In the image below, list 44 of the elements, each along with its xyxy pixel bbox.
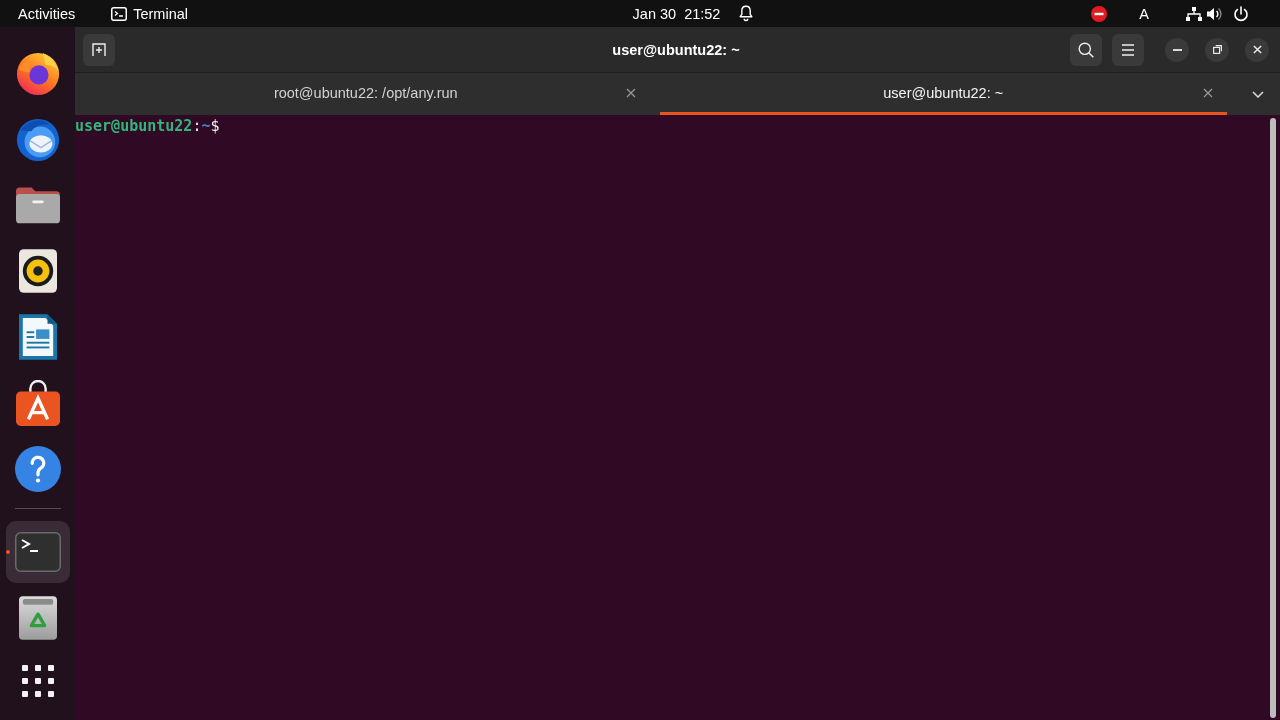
mail-icon[interactable]: [14, 116, 61, 162]
close-icon: [1252, 45, 1262, 54]
menu-button[interactable]: [1112, 33, 1144, 66]
chevron-down-icon: [1252, 90, 1264, 98]
prompt-separator: :: [192, 117, 202, 135]
browser-icon[interactable]: [14, 50, 61, 96]
document-icon[interactable]: [18, 314, 57, 360]
scrollbar[interactable]: [1270, 118, 1276, 718]
bell-icon: [739, 5, 754, 22]
close-button[interactable]: [1245, 37, 1269, 62]
minimize-icon: [1172, 48, 1182, 51]
close-icon: [1203, 87, 1213, 98]
new-tab-icon: [92, 42, 106, 57]
speaker-icon[interactable]: [18, 249, 57, 293]
close-icon: [625, 87, 636, 98]
activities-button[interactable]: Activities: [8, 0, 86, 27]
clock-button[interactable]: Jan 30 21:52: [622, 0, 764, 27]
prompt-path: ~: [201, 117, 211, 135]
restore-button[interactable]: [1205, 37, 1229, 62]
search-icon: [1078, 41, 1094, 58]
search-button[interactable]: [1070, 33, 1102, 66]
shopping-bag-icon[interactable]: [15, 380, 60, 426]
trash-icon[interactable]: [18, 596, 57, 640]
menu-icon: [1121, 43, 1135, 56]
window-title: user@ubuntu22: ~: [612, 41, 740, 58]
network-icon: [1186, 6, 1202, 21]
running-indicator-icon: [5, 550, 10, 554]
restore-icon: [1212, 45, 1222, 54]
terminal-icon: [111, 6, 128, 21]
tab[interactable]: root@ubuntu22: /opt/any.run: [82, 73, 650, 115]
folder-icon[interactable]: [15, 185, 60, 225]
volume-icon: [1206, 5, 1222, 22]
prompt-user-host: user@ubuntu22: [75, 117, 193, 135]
app-menu[interactable]: Terminal: [101, 0, 198, 27]
new-tab-button[interactable]: [83, 33, 115, 66]
terminal-icon: [14, 532, 61, 572]
minimize-button[interactable]: [1165, 37, 1189, 62]
help-icon[interactable]: [14, 446, 61, 492]
prompt-symbol: $: [210, 117, 220, 135]
no-entry-icon[interactable]: [1091, 5, 1108, 22]
app-grid-icon[interactable]: [21, 665, 54, 697]
power-icon: [1233, 5, 1249, 22]
dock-item[interactable]: [5, 521, 70, 583]
input-source-indicator[interactable]: A: [1129, 0, 1159, 27]
